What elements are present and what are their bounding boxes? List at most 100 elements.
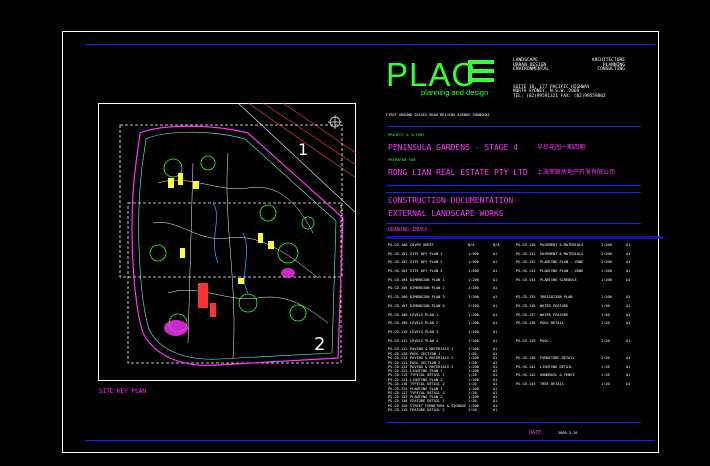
index-cell: 1:200: [468, 303, 479, 308]
index-cell: HANDRAIL & FENCE: [540, 373, 575, 378]
index-cell: SITE KEY PLAN 1: [410, 251, 443, 256]
index-cell: WATER FEATURE: [540, 303, 569, 308]
logo-tagline: planning and design: [421, 88, 489, 97]
project-label: PROJECT & CLIENT: [388, 132, 425, 137]
index-cell: 1:200: [468, 378, 479, 383]
index-cell: LIGHTING PLAN 1: [410, 369, 443, 374]
index-cell: PG-CD-123: [388, 378, 408, 383]
company-small-line: FIRST GROUND SUSSEX ROAD BEIJING AVENUE …: [386, 113, 490, 117]
index-cell: PG-CD-140: [516, 355, 536, 360]
index-cell: 1:200: [468, 338, 479, 343]
index-row: PG-CD-134 PLANTING SCHEDULE 1:200 A1: [516, 277, 641, 288]
index-cell: LEVELS PLAN 4: [410, 338, 439, 343]
index-cell: FURNITURE DETAIL: [540, 355, 575, 360]
index-row: PG-CD-126 STREET FURNITURE & SIGNAGE 1:200…: [388, 405, 508, 414]
index-cell: A1: [626, 269, 631, 274]
index-cell: A1: [626, 373, 631, 378]
index-cell: A1: [493, 338, 498, 343]
date-label: DATE: [529, 430, 542, 436]
index-cell: SITE KEY PLAN 3: [410, 269, 443, 274]
index-cell: PG-CD-103: [388, 269, 408, 274]
index-cell: PG-CD-143: [516, 382, 536, 386]
index-cell: A1: [493, 286, 498, 291]
index-cell: 1:200: [601, 295, 612, 300]
index-cell: PLANTING PLAN - ZONE: [540, 269, 584, 274]
index-cell: PG-CD-121: [388, 360, 408, 365]
index-cell: LEVELS PLAN 1: [410, 312, 439, 317]
index-cell: DIMENSION PLAN 3: [410, 295, 445, 300]
index-cell: 1:200: [468, 321, 479, 326]
index-cell: PG-CD-107: [388, 303, 408, 308]
index-cell: PAVEMENT & MATERIALS: [540, 251, 584, 256]
index-cell: A1: [626, 338, 631, 343]
index-cell: PLANTING SCHEDULE: [540, 277, 577, 282]
index-cell: 1:200: [468, 404, 479, 409]
index-cell: PG-CD-125: [388, 395, 408, 400]
index-cell: A1: [626, 277, 631, 282]
index-cell: A1: [493, 329, 498, 334]
index-cell: PG-CD-131: [516, 251, 536, 256]
index-cell: PLANTING PLAN 2: [410, 395, 443, 400]
index-cell: 1:200: [468, 286, 479, 291]
index-cell: 1:200: [601, 269, 612, 274]
doc-title-1: CONSTRUCTION DOCUMENTATION: [388, 196, 514, 205]
company-logo: PLAC: [386, 56, 477, 93]
index-cell: A1: [626, 321, 631, 326]
index-cell: A1: [626, 312, 631, 317]
index-cell: PG-CD-138: [516, 321, 536, 326]
index-cell: POOL DETAIL: [540, 321, 564, 326]
index-cell: PG-CD-122: [388, 369, 408, 374]
index-cell: A1: [493, 395, 498, 400]
zone-1-number: 1: [298, 140, 309, 159]
index-cell: WATER FEATURE: [540, 312, 569, 317]
project-rule-2: [386, 192, 641, 193]
project-rule: [386, 185, 641, 186]
client-name-cn: 上海荣联房地产开发有限公司: [537, 169, 616, 176]
index-cell: LIGHTING DETAIL: [540, 364, 573, 369]
zone-2-number: 2: [314, 334, 326, 355]
index-cell: A1: [626, 303, 631, 308]
index-cell: PG-CD-105: [388, 286, 408, 291]
index-cell: A1: [493, 312, 498, 317]
index-cell: A1: [626, 260, 631, 265]
index-cell: 1:200: [468, 295, 479, 300]
index-cell: PG-CD-102: [388, 260, 408, 265]
index-cell: PLANTING PLAN - ZONE: [540, 260, 584, 265]
services-right: ARCHITECTURE PLANNING CONSULTING: [591, 58, 625, 73]
index-header-bar: [386, 236, 663, 239]
index-cell: DIMENSION PLAN 1: [410, 277, 445, 282]
index-cell: PG-CD-126: [388, 404, 408, 409]
index-cell: A1: [493, 321, 498, 326]
index-cell: COVER SHEET: [410, 243, 434, 247]
index-cell: IRRIGATION PLAN: [540, 295, 573, 300]
index-cell: STREET FURNITURE & SIGNAGE: [410, 404, 467, 409]
index-cell: A1: [493, 378, 498, 383]
index-cell: DIMENSION PLAN 2: [410, 286, 445, 291]
index-cell: A1: [493, 295, 498, 300]
index-cell: 1:20: [601, 364, 610, 369]
index-cell: PG-CD-100: [388, 243, 408, 247]
index-cell: LIGHTING PLAN 2: [410, 378, 443, 383]
index-cell: PG-CD-137: [516, 312, 536, 317]
index-cell: 1:20: [601, 355, 610, 360]
key-plan-label: SITE KEY PLAN: [99, 388, 146, 395]
index-cell: 1:200: [601, 243, 612, 247]
index-cell: 1:200: [468, 369, 479, 374]
north-arrow-icon: [328, 115, 342, 129]
index-row: PG-CD-139 POOL 1:20 A1: [516, 338, 641, 349]
index-cell: PG-CD-110: [388, 329, 408, 334]
logo-bars-icon: [468, 60, 496, 90]
cad-drawing-viewport[interactable]: { "brand": { "logo_text": "PLAC", "tagli…: [0, 0, 710, 466]
project-name: PENINSULA GARDENS - STAGE 4: [388, 143, 519, 152]
index-cell: POOL SECTION 1: [410, 352, 441, 356]
index-cell: 1:20: [601, 321, 610, 326]
index-row: PG-CD-138 POOL DETAIL 1:20 A1: [516, 322, 641, 331]
index-cell: PG-CD-130: [516, 243, 536, 247]
index-cell: A1: [626, 382, 631, 386]
index-cell: PG-CD-134: [516, 277, 536, 282]
drawing-index-title: DRAWING INDEX: [388, 227, 428, 233]
index-cell: 1:500: [468, 269, 479, 274]
index-cell: PG-CD-139: [516, 338, 536, 343]
index-cell: 1:500: [468, 260, 479, 265]
index-cell: 1:20: [601, 382, 610, 386]
